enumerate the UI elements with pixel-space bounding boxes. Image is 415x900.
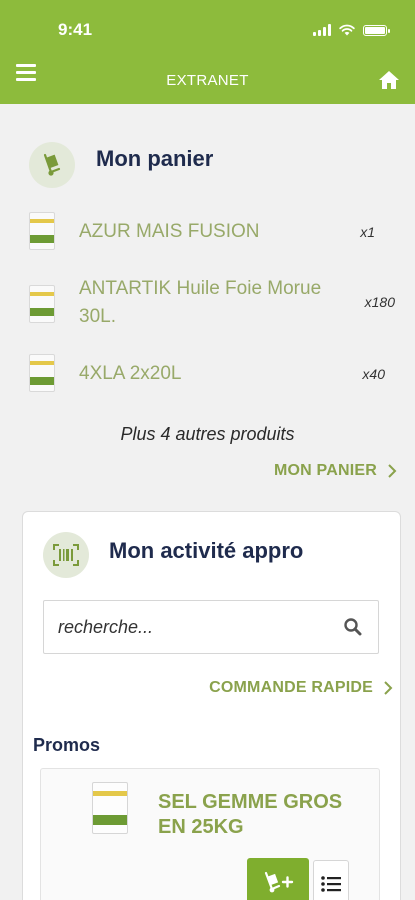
signal-icon [313, 24, 331, 36]
activity-title: Mon activité appro [109, 538, 304, 563]
wifi-icon [339, 24, 355, 36]
search-icon[interactable] [342, 616, 364, 638]
promo-product-name: SEL GEMME GROS EN 25KG [158, 791, 343, 838]
search-box [43, 600, 379, 654]
cart-item[interactable]: 4XLA 2x20L x40 [0, 354, 415, 394]
product-quantity: x180 [364, 294, 395, 310]
barcode-scan-icon [53, 544, 79, 566]
cart-item[interactable]: AZUR MAIS FUSION x1 [0, 212, 415, 252]
activity-section-icon [43, 532, 89, 578]
chevron-right-icon [388, 464, 397, 478]
cart-item[interactable]: ANTARTIK Huile Foie Morue 30L. x180 [0, 278, 415, 343]
promo-product-image [92, 782, 128, 834]
hand-truck-add-icon [264, 871, 294, 893]
promos-title: Promos [33, 735, 101, 755]
top-bar: 9:41 EXTRANET [0, 0, 415, 104]
battery-icon [363, 24, 390, 36]
product-name: ANTARTIK Huile Foie Morue 30L. [79, 278, 322, 327]
product-name: AZUR MAIS FUSION [79, 221, 260, 242]
hand-truck-icon [43, 153, 61, 176]
product-image [29, 354, 55, 392]
product-quantity: x40 [362, 366, 385, 382]
chevron-right-icon [384, 681, 393, 695]
more-products-text: Plus 4 autres produits [120, 424, 295, 444]
cart-section-icon [29, 142, 75, 188]
page-title: EXTRANET [166, 72, 249, 89]
commande-rapide-link[interactable]: COMMANDE RAPIDE [209, 679, 393, 697]
product-image [29, 285, 55, 323]
mon-panier-label: MON PANIER [273, 462, 377, 479]
product-image [29, 212, 55, 250]
product-details-button[interactable] [313, 860, 349, 900]
commande-rapide-label: COMMANDE RAPIDE [209, 679, 373, 696]
product-quantity: x1 [360, 224, 375, 240]
status-time: 9:41 [58, 20, 93, 39]
product-name: 4XLA 2x20L [79, 363, 182, 384]
add-to-cart-button[interactable] [247, 858, 309, 900]
home-icon[interactable] [377, 68, 401, 92]
search-input[interactable] [58, 616, 342, 638]
cart-title: Mon panier [96, 146, 214, 171]
list-icon [321, 876, 341, 892]
mon-panier-link[interactable]: MON PANIER [274, 462, 397, 480]
status-icons [313, 24, 390, 36]
